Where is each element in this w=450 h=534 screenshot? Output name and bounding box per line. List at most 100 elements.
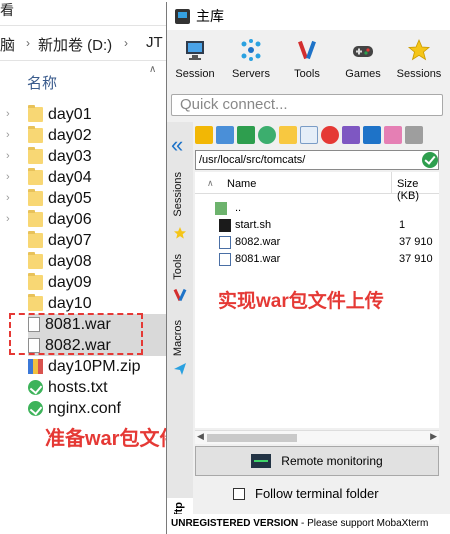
- remote-monitoring-button[interactable]: Remote monitoring: [195, 446, 439, 476]
- file-item[interactable]: hosts.txt: [28, 377, 166, 398]
- column-size[interactable]: Size (KB): [397, 178, 439, 202]
- item-label: nginx.conf: [48, 399, 121, 417]
- permissions-icon[interactable]: [384, 126, 402, 144]
- go-check-icon[interactable]: [422, 152, 438, 168]
- breadcrumb-pc[interactable]: 脑: [0, 34, 15, 55]
- scroll-left-icon[interactable]: ◀: [197, 431, 204, 442]
- follow-terminal-checkbox[interactable]: Follow terminal folder: [233, 486, 379, 501]
- remote-file-name: ..: [235, 202, 242, 214]
- file-item[interactable]: nginx.conf: [28, 398, 166, 419]
- folder-icon: [28, 105, 43, 122]
- breadcrumb-separator-icon: ›: [26, 36, 30, 50]
- folder-icon: [28, 294, 43, 311]
- item-label: day05: [48, 189, 92, 207]
- tools-button[interactable]: Tools: [279, 34, 335, 88]
- refresh-icon[interactable]: [258, 126, 276, 144]
- parent-folder-icon: [215, 202, 227, 215]
- item-label: day03: [48, 147, 92, 165]
- folder-icon: [28, 147, 43, 164]
- file-list-horizontal-scrollbar[interactable]: ◀ ▶: [195, 430, 439, 444]
- servers-icon: [241, 39, 261, 61]
- folder-item[interactable]: day02: [28, 125, 166, 146]
- tab-sessions[interactable]: Sessions: [172, 172, 184, 217]
- remote-file-row[interactable]: 8081.war 37 910: [195, 251, 439, 268]
- collapse-sidebar-icon[interactable]: «: [171, 132, 183, 158]
- editor-file-icon: [28, 380, 43, 395]
- folder-item[interactable]: day10: [28, 293, 166, 314]
- folder-item[interactable]: day09: [28, 272, 166, 293]
- item-label: day06: [48, 210, 92, 228]
- scrollbar-thumb[interactable]: [207, 434, 297, 442]
- remote-path-input[interactable]: /usr/local/src/tomcats/: [195, 150, 439, 170]
- remote-path-text: /usr/local/src/tomcats/: [199, 154, 306, 166]
- upload-icon[interactable]: [237, 126, 255, 144]
- star-icon: [174, 227, 186, 239]
- expand-arrow-icon[interactable]: ›: [6, 171, 10, 192]
- annotation-upload-war: 实现war包文件上传: [218, 291, 384, 312]
- delete-icon[interactable]: [321, 126, 339, 144]
- quick-connect-input[interactable]: Quick connect...: [171, 94, 443, 116]
- remote-monitoring-label: Remote monitoring: [281, 454, 383, 468]
- file-list-header: ∧ Name Size (KB): [195, 172, 439, 202]
- zip-archive-icon: [28, 359, 43, 374]
- follow-terminal-label: Follow terminal folder: [255, 486, 379, 501]
- new-file-icon[interactable]: [300, 126, 318, 144]
- tools-label: Tools: [294, 68, 320, 80]
- window-title: 主库: [196, 8, 224, 24]
- folder-item[interactable]: day08: [28, 251, 166, 272]
- remote-file-size: 37 910: [399, 236, 433, 248]
- checkbox-box[interactable]: [233, 487, 245, 500]
- column-name[interactable]: Name: [227, 178, 256, 190]
- folder-item[interactable]: day01: [28, 104, 166, 125]
- parent-folder-icon[interactable]: [195, 126, 213, 144]
- expand-arrow-icon[interactable]: ›: [6, 129, 10, 150]
- tab-tools[interactable]: Tools: [172, 254, 184, 280]
- file-item[interactable]: day10PM.zip: [28, 356, 166, 377]
- games-button[interactable]: Games: [335, 34, 391, 88]
- folder-item[interactable]: day07: [28, 230, 166, 251]
- annotation-prepare-war: 准备war包文件: [45, 428, 180, 450]
- sort-chevron-icon: ∧: [149, 64, 157, 75]
- new-folder-icon[interactable]: [279, 126, 297, 144]
- tools-icon: [298, 40, 316, 60]
- item-label: day10PM.zip: [48, 357, 141, 375]
- folder-icon: [28, 273, 43, 290]
- address-bar[interactable]: 脑 › 新加卷 (D:) › JT: [0, 25, 166, 61]
- remote-file-size: 37 910: [399, 253, 433, 265]
- tab-macros[interactable]: Macros: [172, 320, 184, 356]
- file-icon: [219, 253, 231, 266]
- session-button[interactable]: Session: [167, 34, 223, 88]
- folder-item[interactable]: day03: [28, 146, 166, 167]
- more-icon[interactable]: [405, 126, 423, 144]
- remote-file-row[interactable]: 8082.war 37 910: [195, 234, 439, 251]
- expand-arrow-icon[interactable]: ›: [6, 150, 10, 171]
- remote-file-row[interactable]: ..: [195, 200, 439, 217]
- session-icon: [186, 41, 204, 60]
- status-bar: UNREGISTERED VERSION - Please support Mo…: [167, 514, 450, 534]
- send-icon: [174, 363, 186, 375]
- expand-arrow-icon[interactable]: ›: [6, 108, 10, 129]
- folder-item[interactable]: day05: [28, 188, 166, 209]
- sessions-button[interactable]: Sessions: [391, 34, 447, 88]
- remote-file-row[interactable]: start.sh 1: [195, 217, 439, 234]
- download-icon[interactable]: [216, 126, 234, 144]
- remote-file-size: 1: [399, 219, 406, 231]
- file-list-vertical-scrollbar[interactable]: [439, 172, 450, 430]
- rename-icon[interactable]: [342, 126, 360, 144]
- folder-icon: [28, 168, 43, 185]
- expand-arrow-icon[interactable]: ›: [6, 213, 10, 234]
- breadcrumb-separator-icon: ›: [124, 36, 128, 50]
- remote-file-name: 8082.war: [235, 236, 281, 248]
- scroll-right-icon[interactable]: ▶: [430, 431, 437, 442]
- breadcrumb-folder[interactable]: JT: [146, 34, 163, 51]
- column-header-name[interactable]: 名称: [27, 72, 57, 93]
- games-icon: [353, 46, 373, 57]
- remote-file-name: 8081.war: [235, 253, 281, 265]
- folder-item[interactable]: day06: [28, 209, 166, 230]
- properties-icon[interactable]: [363, 126, 381, 144]
- breadcrumb-drive[interactable]: 新加卷 (D:): [38, 34, 112, 55]
- expand-arrow-icon[interactable]: ›: [6, 192, 10, 213]
- terminal-icon: [219, 219, 231, 232]
- servers-button[interactable]: Servers: [223, 34, 279, 88]
- folder-item[interactable]: day04: [28, 167, 166, 188]
